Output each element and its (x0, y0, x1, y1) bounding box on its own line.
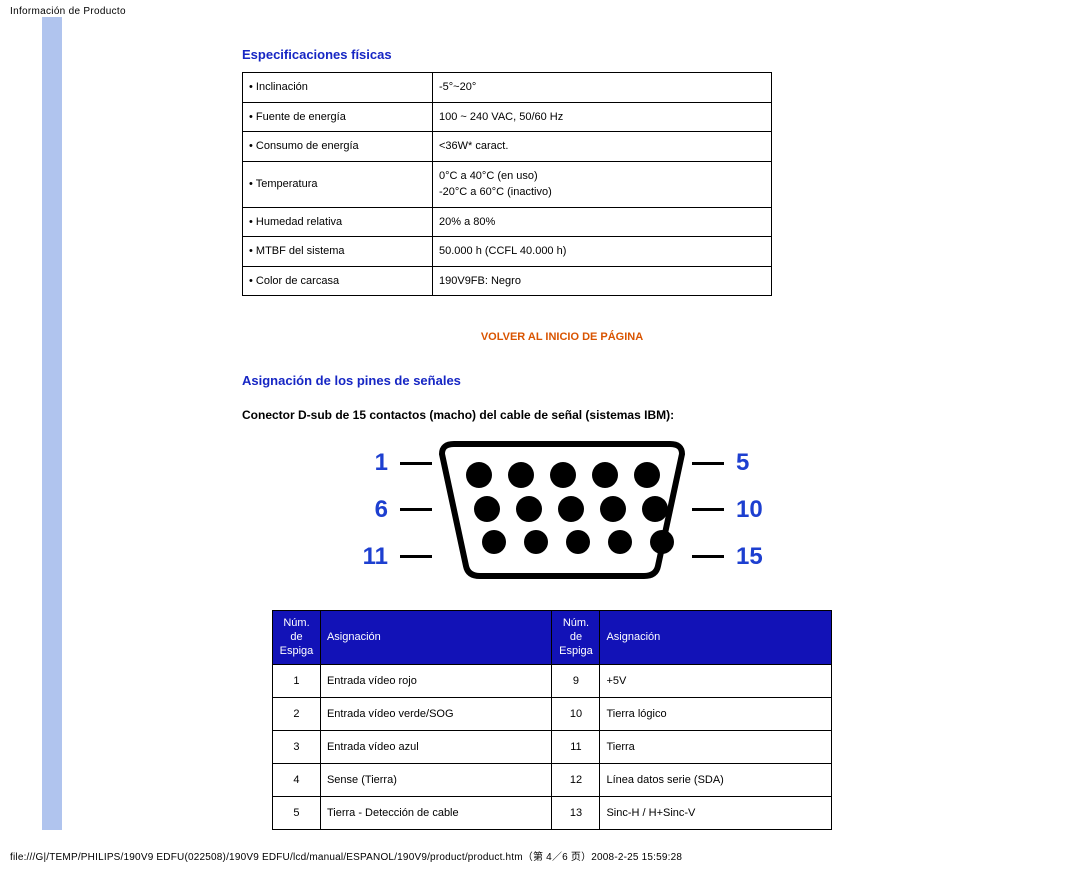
spec-value: <36W* caract. (433, 132, 772, 162)
spec-label: Temperatura (243, 161, 433, 207)
pin-assign: Sinc-H / H+Sinc-V (600, 797, 832, 830)
pin-number: 3 (273, 731, 321, 764)
pin-assign: Tierra - Detección de cable (320, 797, 552, 830)
pin-dot (516, 496, 542, 522)
table-row: 2Entrada vídeo verde/SOG10Tierra lógico (273, 698, 832, 731)
back-to-top-link[interactable]: VOLVER AL INICIO DE PÁGINA (297, 331, 827, 343)
pin-assign: Línea datos serie (SDA) (600, 764, 832, 797)
col-pin-num-left: Núm. de Espiga (273, 611, 321, 665)
table-row: 4Sense (Tierra)12Línea datos serie (SDA) (273, 764, 832, 797)
diagram-numbers-right: 5 10 15 (736, 440, 774, 580)
pin-assignment-table: Núm. de Espiga Asignación Núm. de Espiga… (272, 610, 832, 830)
col-assign-left: Asignación (320, 611, 552, 665)
pin-number: 5 (273, 797, 321, 830)
pin-dot (642, 496, 668, 522)
spec-label: Humedad relativa (243, 207, 433, 237)
pin-number: 4 (273, 764, 321, 797)
pin-number: 12 (552, 764, 600, 797)
pin-dot (524, 530, 548, 554)
specs-table: Inclinación-5°~20°Fuente de energía100 ~… (242, 72, 772, 296)
table-row: Color de carcasa190V9FB: Negro (243, 266, 772, 296)
pin-dot (634, 462, 660, 488)
table-row: Consumo de energía<36W* caract. (243, 132, 772, 162)
footer-file-path: file:///G|/TEMP/PHILIPS/190V9 EDFU(02250… (0, 830, 1080, 873)
pin-dot (600, 496, 626, 522)
col-pin-num-right: Núm. de Espiga (552, 611, 600, 665)
pin-dot (650, 530, 674, 554)
pin-assign: Tierra (600, 731, 832, 764)
pin-number: 2 (273, 698, 321, 731)
pin-assign: Sense (Tierra) (320, 764, 552, 797)
tick-marks-right (692, 440, 724, 580)
pin-assign: +5V (600, 665, 832, 698)
table-row: Humedad relativa20% a 80% (243, 207, 772, 237)
table-row: 5Tierra - Detección de cable13Sinc-H / H… (273, 797, 832, 830)
table-row: 3Entrada vídeo azul11Tierra (273, 731, 832, 764)
pin-dot (550, 462, 576, 488)
pin-label-1: 1 (350, 440, 388, 486)
spec-value: 0°C a 40°C (en uso) -20°C a 60°C (inacti… (433, 161, 772, 207)
connector-diagram: 1 6 11 5 10 15 (282, 440, 842, 580)
pin-assign: Tierra lógico (600, 698, 832, 731)
content-area: Especificaciones físicas Inclinación-5°~… (62, 17, 882, 830)
connector-shell (432, 440, 692, 580)
pin-assign: Entrada vídeo rojo (320, 665, 552, 698)
pin-dot (566, 530, 590, 554)
spec-value: -5°~20° (433, 73, 772, 103)
page-body: Especificaciones físicas Inclinación-5°~… (0, 17, 1080, 830)
pin-dot (482, 530, 506, 554)
spec-value: 50.000 h (CCFL 40.000 h) (433, 237, 772, 267)
pin-label-5: 5 (736, 440, 774, 486)
page-header-small: Información de Producto (0, 0, 1080, 17)
spec-value: 100 ~ 240 VAC, 50/60 Hz (433, 102, 772, 132)
spec-label: Consumo de energía (243, 132, 433, 162)
pin-label-15: 15 (736, 534, 774, 580)
pin-number: 10 (552, 698, 600, 731)
table-row: MTBF del sistema50.000 h (CCFL 40.000 h) (243, 237, 772, 267)
pin-dot (466, 462, 492, 488)
connector-description: Conector D-sub de 15 contactos (macho) d… (242, 408, 882, 422)
pin-label-6: 6 (350, 487, 388, 533)
table-row: 1Entrada vídeo rojo9+5V (273, 665, 832, 698)
tick-marks-left (400, 440, 432, 580)
diagram-numbers-left: 1 6 11 (350, 440, 388, 580)
col-assign-right: Asignación (600, 611, 832, 665)
spec-label: Inclinación (243, 73, 433, 103)
spec-label: MTBF del sistema (243, 237, 433, 267)
pin-number: 1 (273, 665, 321, 698)
table-row: Fuente de energía100 ~ 240 VAC, 50/60 Hz (243, 102, 772, 132)
pin-dot (508, 462, 534, 488)
section-title-specs: Especificaciones físicas (242, 47, 882, 62)
spec-value: 20% a 80% (433, 207, 772, 237)
pin-assign: Entrada vídeo verde/SOG (320, 698, 552, 731)
connector-pins (432, 440, 692, 580)
table-row: Inclinación-5°~20° (243, 73, 772, 103)
pin-dot (558, 496, 584, 522)
pin-dot (474, 496, 500, 522)
pin-assign: Entrada vídeo azul (320, 731, 552, 764)
table-row: Temperatura0°C a 40°C (en uso) -20°C a 6… (243, 161, 772, 207)
pin-number: 13 (552, 797, 600, 830)
spec-value: 190V9FB: Negro (433, 266, 772, 296)
spec-label: Fuente de energía (243, 102, 433, 132)
pin-number: 11 (552, 731, 600, 764)
spec-label: Color de carcasa (243, 266, 433, 296)
section-title-pin-assign: Asignación de los pines de señales (242, 373, 882, 388)
pin-number: 9 (552, 665, 600, 698)
pin-dot (592, 462, 618, 488)
side-stripe (42, 17, 62, 830)
pin-label-11: 11 (350, 534, 388, 580)
pin-dot (608, 530, 632, 554)
pin-label-10: 10 (736, 487, 774, 533)
